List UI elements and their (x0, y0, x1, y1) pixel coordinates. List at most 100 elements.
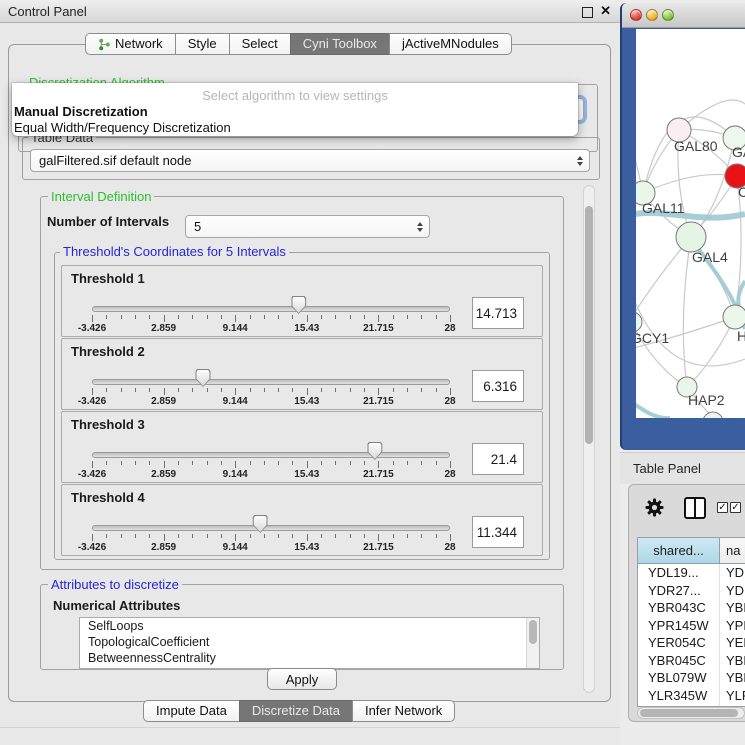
table-row[interactable]: YBR045CYBR0 (638, 652, 745, 670)
table-row[interactable]: YPR145WYPR1 (638, 617, 745, 635)
threshold-label: Threshold 1 (71, 271, 145, 286)
checkbox-icon[interactable]: ✓ (717, 502, 728, 513)
threshold-slider[interactable]: -3.4262.8599.14415.4321.71528 (92, 513, 450, 553)
slider-tick-label: -3.426 (78, 469, 106, 480)
float-window-icon[interactable] (582, 7, 593, 18)
table-row[interactable]: YBR043CYBR0 (638, 599, 745, 617)
tab-select[interactable]: Select (229, 33, 291, 55)
column-header-shared-name[interactable]: shared... (638, 538, 720, 564)
table-row[interactable]: YDL19...YDL1 (638, 564, 745, 582)
table-row[interactable]: YDR27...YDR2 (638, 582, 745, 600)
network-node-h[interactable] (723, 305, 745, 329)
tab-impute-data[interactable]: Impute Data (143, 700, 240, 722)
slider-track[interactable] (92, 525, 450, 531)
cell-name[interactable]: YLR3 (720, 687, 745, 705)
network-node-gal4[interactable] (676, 222, 706, 252)
cell-shared-name[interactable]: YBR045C (638, 652, 720, 670)
slider-tick (106, 315, 107, 319)
cell-name[interactable]: YPR1 (720, 617, 745, 635)
slider-tick (92, 461, 93, 468)
tab-infer-network[interactable]: Infer Network (352, 700, 455, 722)
table-row[interactable]: YLR345WYLR3 (638, 687, 745, 705)
table-data-combobox[interactable]: galFiltered.sif default node (30, 149, 590, 172)
close-traffic-light-icon[interactable] (630, 9, 642, 21)
threshold-2-value-field[interactable]: 6.316 (472, 370, 524, 402)
slider-tick (264, 315, 265, 319)
attribute-item-topologicalcoefficient[interactable]: TopologicalCoefficient (80, 634, 539, 650)
node-attribute-table[interactable]: shared... na YDL19...YDL1YDR27...YDR2YBR… (637, 537, 745, 707)
gear-icon[interactable] (645, 498, 664, 517)
numerical-attributes-list[interactable]: SelfLoopsTopologicalCoefficientBetweenne… (79, 617, 540, 669)
attribute-item-betweennesscentrality[interactable]: BetweennessCentrality (80, 650, 539, 666)
cell-shared-name[interactable]: YPR145W (638, 617, 720, 635)
tab-label: Discretize Data (252, 700, 340, 722)
cell-shared-name[interactable]: YLR345W (638, 687, 720, 705)
tab-network[interactable]: Network (85, 33, 176, 55)
network-node[interactable] (703, 412, 723, 418)
list-scrollbar[interactable] (526, 618, 539, 668)
table-data-combobox-value: galFiltered.sif default node (39, 153, 191, 168)
slider-tick (307, 388, 308, 395)
cell-name[interactable]: YBR0 (720, 652, 745, 670)
slider-track[interactable] (92, 379, 450, 385)
columns-icon[interactable] (684, 497, 706, 519)
threshold-slider[interactable]: -3.4262.8599.14415.4321.71528 (92, 367, 450, 407)
cell-name[interactable]: YDL1 (720, 564, 745, 582)
threshold-1-value-field[interactable]: 14.713 (472, 297, 524, 329)
attributes-group-title: Attributes to discretize (48, 578, 182, 591)
cell-shared-name[interactable]: YBL079W (638, 669, 720, 687)
checkbox-icon[interactable]: ✓ (730, 502, 741, 513)
threshold-slider[interactable]: -3.4262.8599.14415.4321.71528 (92, 294, 450, 334)
tab-cyni-toolbox[interactable]: Cyni Toolbox (290, 33, 390, 55)
slider-tick-label: 9.144 (223, 469, 248, 480)
slider-tick-label: -3.426 (78, 542, 106, 553)
table-horizontal-scrollbar[interactable] (637, 707, 745, 719)
slider-tick (92, 534, 93, 541)
slider-tick (321, 315, 322, 319)
threshold-4-value-field[interactable]: 11.344 (472, 516, 524, 548)
slider-tick (450, 534, 451, 541)
apply-button[interactable]: Apply (267, 668, 337, 690)
slider-tick (235, 315, 236, 322)
threshold-slider[interactable]: -3.4262.8599.14415.4321.71528 (92, 440, 450, 480)
cell-shared-name[interactable]: YBR043C (638, 599, 720, 617)
cell-shared-name[interactable]: YDL19... (638, 564, 720, 582)
algorithm-dropdown-popup: Select algorithm to view settings Manual… (12, 83, 578, 136)
attribute-item-selfloops[interactable]: SelfLoops (80, 618, 539, 634)
slider-tick (121, 461, 122, 465)
settings-vertical-scrollbar[interactable] (583, 185, 595, 693)
slider-track[interactable] (92, 306, 450, 312)
tab-discretize-data[interactable]: Discretize Data (239, 700, 353, 722)
slider-tick-label: 28 (444, 469, 455, 480)
network-node-label: GCY1 (636, 330, 669, 346)
cell-name[interactable]: YBL0 (720, 669, 745, 687)
slider-tick (106, 534, 107, 538)
minimize-traffic-light-icon[interactable] (646, 9, 658, 21)
close-icon[interactable]: ✕ (600, 3, 611, 19)
number-of-intervals-combobox[interactable]: 5 (185, 215, 430, 238)
list-scrollbar-thumb[interactable] (529, 620, 537, 644)
tab-style[interactable]: Style (175, 33, 230, 55)
table-scrollbar-thumb[interactable] (640, 709, 738, 717)
popup-item-manual-discretization[interactable]: Manual Discretization (14, 104, 148, 119)
slider-tick (178, 315, 179, 319)
network-canvas[interactable]: GAL80GACYGAL11GAL4HGCY1HAP2 (636, 29, 745, 418)
table-row[interactable]: YER054CYER0 (638, 634, 745, 652)
cell-name[interactable]: YBR0 (720, 599, 745, 617)
cell-name[interactable]: YDR2 (720, 582, 745, 600)
threshold-3-value-field[interactable]: 21.4 (472, 443, 524, 475)
tab-jactivemnodules[interactable]: jActiveMNodules (389, 33, 512, 55)
slider-tick (121, 315, 122, 319)
cell-shared-name[interactable]: YER054C (638, 634, 720, 652)
popup-item-equal-width-frequency[interactable]: Equal Width/Frequency Discretization (14, 120, 231, 135)
cell-shared-name[interactable]: YDR27... (638, 582, 720, 600)
cell-name[interactable]: YER0 (720, 634, 745, 652)
tab-label: Style (188, 33, 217, 55)
table-row[interactable]: YBL079WYBL0 (638, 669, 745, 687)
slider-tick (135, 315, 136, 319)
slider-track[interactable] (92, 452, 450, 458)
settings-scrollbar-thumb[interactable] (585, 206, 593, 444)
column-header-name[interactable]: na (720, 538, 745, 564)
combo-stepper-icon (411, 222, 429, 232)
zoom-traffic-light-icon[interactable] (662, 9, 674, 21)
